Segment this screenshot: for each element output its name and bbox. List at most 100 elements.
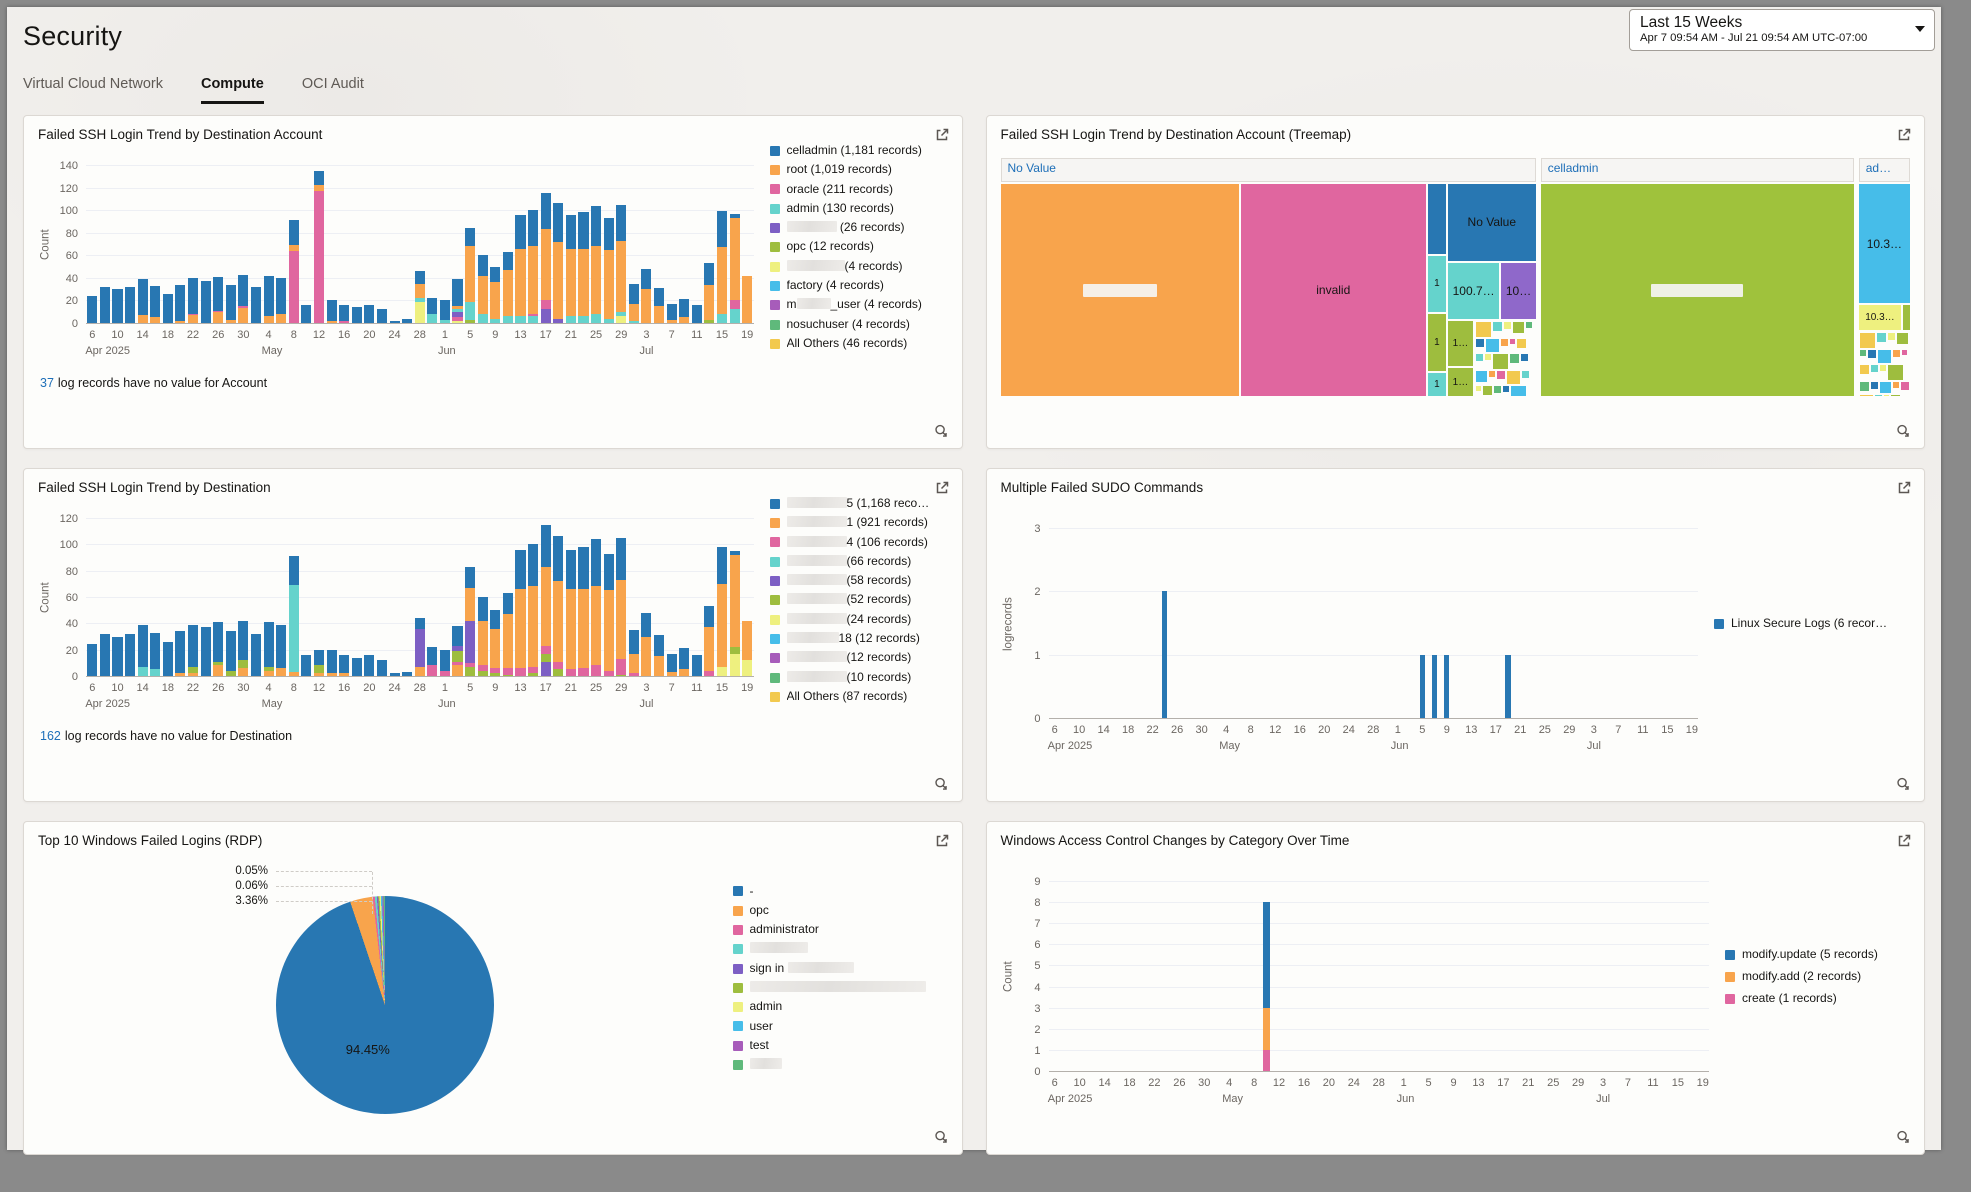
- legend-item[interactable]: [733, 981, 948, 995]
- treemap-rect[interactable]: [1541, 184, 1854, 396]
- bar[interactable]: [1162, 591, 1167, 718]
- treemap-cell[interactable]: [1893, 382, 1899, 388]
- bar[interactable]: [578, 547, 588, 676]
- bar[interactable]: [163, 642, 173, 676]
- bar[interactable]: [1505, 655, 1510, 718]
- no-value-count-link[interactable]: 37: [40, 376, 54, 390]
- bar[interactable]: [616, 538, 626, 676]
- bar[interactable]: [150, 633, 160, 676]
- legend-item[interactable]: (10 records): [770, 671, 948, 685]
- bar[interactable]: [402, 672, 412, 676]
- treemap-cell[interactable]: [1893, 350, 1900, 357]
- bar[interactable]: [327, 650, 337, 676]
- bar[interactable]: [264, 276, 274, 323]
- treemap-cell[interactable]: [1497, 371, 1505, 379]
- bar[interactable]: [541, 193, 551, 323]
- bar[interactable]: [730, 214, 740, 323]
- treemap-cell[interactable]: [1510, 339, 1515, 344]
- bar[interactable]: [478, 597, 488, 676]
- legend-item[interactable]: modify.update (5 records): [1725, 948, 1910, 962]
- treemap-cell[interactable]: [1878, 350, 1891, 363]
- bar[interactable]: [541, 525, 551, 676]
- bar[interactable]: [251, 287, 261, 323]
- treemap-rect[interactable]: 1…: [1448, 321, 1473, 366]
- bar[interactable]: [490, 610, 500, 676]
- treemap-cell[interactable]: [1483, 386, 1492, 395]
- bar[interactable]: [440, 300, 450, 323]
- bar[interactable]: [125, 634, 135, 676]
- bar[interactable]: [175, 631, 185, 676]
- bar[interactable]: [226, 285, 236, 323]
- bar[interactable]: [654, 635, 664, 676]
- legend-item[interactable]: (4 records): [770, 260, 948, 274]
- bar[interactable]: [314, 171, 324, 323]
- legend-item[interactable]: 18 (12 records): [770, 632, 948, 646]
- bar[interactable]: [704, 606, 714, 676]
- bar[interactable]: [604, 218, 614, 323]
- bar[interactable]: [578, 212, 588, 323]
- open-in-new-window-button[interactable]: [932, 478, 952, 498]
- legend-item[interactable]: opc (12 records): [770, 240, 948, 254]
- legend-item[interactable]: (58 records): [770, 574, 948, 588]
- bar[interactable]: [364, 655, 374, 676]
- bar[interactable]: [717, 547, 727, 676]
- bar[interactable]: [402, 319, 412, 324]
- treemap-cell[interactable]: [1476, 354, 1483, 361]
- treemap-cell[interactable]: [1476, 386, 1481, 391]
- treemap-rect[interactable]: 10.3…: [1859, 184, 1910, 303]
- treemap-rect[interactable]: [1428, 184, 1446, 254]
- treemap-cell[interactable]: [1493, 322, 1502, 331]
- legend-item[interactable]: user: [733, 1020, 948, 1034]
- treemap-cell[interactable]: [1501, 339, 1508, 346]
- view-in-log-search-button[interactable]: [1893, 421, 1914, 442]
- treemap-cell[interactable]: [1485, 354, 1491, 360]
- bar[interactable]: [478, 255, 488, 323]
- treemap-cell[interactable]: [1513, 322, 1524, 333]
- treemap-cell[interactable]: [1875, 395, 1882, 396]
- bar[interactable]: [490, 267, 500, 323]
- pie-chart[interactable]: 94.45%: [276, 896, 494, 1114]
- treemap-cell[interactable]: [1522, 371, 1529, 378]
- treemap-rect[interactable]: invalid: [1241, 184, 1426, 396]
- bar[interactable]: [213, 277, 223, 323]
- bar[interactable]: [150, 286, 160, 323]
- treemap-rect[interactable]: 1: [1428, 373, 1446, 396]
- bar[interactable]: [503, 593, 513, 676]
- treemap-cell[interactable]: [1476, 371, 1487, 382]
- bar[interactable]: [503, 252, 513, 323]
- legend-item[interactable]: sign in: [733, 962, 948, 976]
- bar[interactable]: [465, 567, 475, 676]
- treemap-cell[interactable]: [1888, 365, 1903, 380]
- bar[interactable]: [377, 309, 387, 323]
- legend-item[interactable]: (24 records): [770, 613, 948, 627]
- bar[interactable]: [201, 627, 211, 676]
- treemap-cell[interactable]: [1860, 382, 1869, 391]
- legend-item[interactable]: factory (4 records): [770, 279, 948, 293]
- legend-item[interactable]: administrator: [733, 923, 948, 937]
- legend-item[interactable]: nosuchuser (4 records): [770, 318, 948, 332]
- bar[interactable]: [515, 550, 525, 676]
- bar[interactable]: [528, 544, 538, 676]
- bar[interactable]: [314, 650, 324, 676]
- bar[interactable]: [629, 630, 639, 676]
- treemap-rect[interactable]: 10…: [1501, 263, 1535, 319]
- legend-item[interactable]: admin (130 records): [770, 202, 948, 216]
- bar[interactable]: [188, 278, 198, 323]
- bar[interactable]: [289, 556, 299, 676]
- bar[interactable]: [339, 655, 349, 676]
- treemap-cell[interactable]: [1510, 354, 1519, 363]
- treemap-cell[interactable]: [1888, 333, 1895, 340]
- bar[interactable]: [1432, 655, 1437, 718]
- legend-item[interactable]: root (1,019 records): [770, 163, 948, 177]
- treemap-cell[interactable]: [1891, 395, 1900, 396]
- legend-item[interactable]: (66 records): [770, 555, 948, 569]
- bar[interactable]: [175, 285, 185, 323]
- bar[interactable]: [742, 276, 752, 323]
- bar[interactable]: [452, 279, 462, 323]
- open-in-new-window-button[interactable]: [1894, 478, 1914, 498]
- open-in-new-window-button[interactable]: [1894, 831, 1914, 851]
- bar[interactable]: [553, 203, 563, 323]
- legend-item[interactable]: create (1 records): [1725, 992, 1910, 1006]
- treemap-rect[interactable]: 10.3…: [1859, 305, 1901, 330]
- legend-item[interactable]: (52 records): [770, 593, 948, 607]
